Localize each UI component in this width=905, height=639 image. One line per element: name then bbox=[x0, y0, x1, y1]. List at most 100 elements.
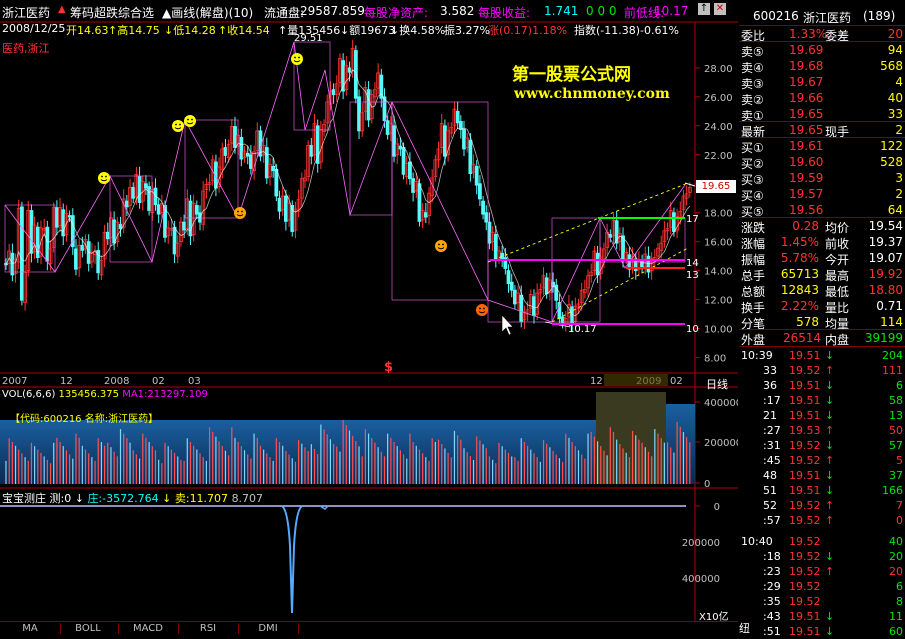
bid-row: 买③ 19.59 3 bbox=[741, 171, 903, 187]
candle-body bbox=[557, 302, 562, 319]
candle-body bbox=[443, 125, 447, 157]
float-label: 流通盘: bbox=[264, 6, 305, 20]
candle-body bbox=[500, 252, 505, 260]
candle-body bbox=[672, 212, 676, 232]
bar-close: ↑收14.54 bbox=[218, 24, 270, 37]
ask-row: 卖② 19.66 40 bbox=[741, 91, 903, 107]
price-tick-label: 18.00 bbox=[704, 209, 733, 220]
tick-row: :45 19.52 ↑ 5 bbox=[763, 454, 903, 467]
tick-row: :35 19.52 8 bbox=[763, 595, 903, 608]
candle-body bbox=[124, 200, 129, 208]
candle-body bbox=[223, 147, 228, 156]
candle-body bbox=[182, 221, 187, 231]
price-tick-label: 12.00 bbox=[704, 296, 733, 307]
price-tick-label: 24.00 bbox=[704, 122, 733, 133]
indicator-name-label: 宝宝测庄 bbox=[2, 492, 46, 505]
bar-amplitude: 振3.27% bbox=[444, 24, 490, 37]
candle-body bbox=[353, 50, 358, 99]
tick-row: 21 19.51 ↓ 13 bbox=[763, 409, 903, 422]
tab-rsi[interactable]: RSI bbox=[178, 623, 239, 634]
tab-macd[interactable]: MACD bbox=[118, 623, 179, 634]
candle-body bbox=[249, 154, 253, 169]
candle-body bbox=[172, 226, 177, 255]
volume-tick-label: 200000 bbox=[704, 438, 738, 449]
candle-body bbox=[458, 121, 463, 130]
stat-row: 振幅 5.78% 今开 19.07 bbox=[741, 251, 903, 267]
ma1-value: 213297.109 bbox=[147, 389, 208, 400]
tick-row: 33 19.52 ↑ 111 bbox=[763, 364, 903, 377]
candle-body bbox=[366, 89, 371, 121]
outer-inner-row: 外盘 26514 内盘 39199 bbox=[741, 331, 903, 347]
period-label[interactable]: 日线 bbox=[706, 376, 728, 392]
tab-ma[interactable]: MA bbox=[0, 623, 61, 634]
candle-body bbox=[347, 67, 352, 73]
candle-body bbox=[20, 206, 24, 301]
tab-boll[interactable]: BOLL bbox=[58, 623, 119, 634]
smiley-icon bbox=[98, 172, 110, 184]
volume-name: VOL(6,6,6) bbox=[2, 389, 56, 400]
candle-body bbox=[105, 231, 110, 240]
candle-body bbox=[29, 210, 34, 254]
quote-name: 浙江医药 bbox=[803, 11, 852, 25]
smiley-icon bbox=[476, 304, 488, 316]
ask-row: 卖⑤ 19.69 94 bbox=[741, 43, 903, 59]
date-tick-label: 12 bbox=[590, 376, 603, 387]
candle-body bbox=[277, 197, 282, 212]
ce-value: 0 bbox=[64, 492, 72, 505]
low-price-label: 10.17 bbox=[568, 324, 597, 335]
stock-name[interactable]: 浙江医药 bbox=[2, 4, 50, 21]
indicator-title: 宝宝测庄 测:0 ↓ 庄:-3572.764 ↓ 卖:11.707 8.707 bbox=[2, 492, 264, 505]
candle-body bbox=[392, 125, 396, 157]
zhuang-label: 庄: bbox=[87, 492, 103, 505]
candle-body bbox=[509, 281, 514, 291]
bar-high: ↑高14.75 bbox=[108, 24, 160, 37]
candle-body bbox=[474, 165, 479, 186]
level-label: 13 bbox=[686, 270, 699, 281]
price-tick-label: 10.00 bbox=[704, 325, 733, 336]
candle-body bbox=[411, 178, 416, 193]
indicator-tab-bar: MA BOLL MACD RSI DMI bbox=[0, 621, 738, 636]
bar-date: 2008/12/25 bbox=[2, 22, 66, 35]
indicator-name[interactable]: 筹码超跌综合选 bbox=[70, 4, 154, 21]
candle-body bbox=[487, 221, 492, 244]
up-arrow-button[interactable]: ↑ bbox=[698, 3, 710, 15]
candle-body bbox=[131, 186, 136, 199]
triangle-icon[interactable]: ▲ bbox=[58, 4, 66, 15]
panel-tab[interactable]: 纽 bbox=[739, 620, 750, 636]
candle-body bbox=[401, 147, 406, 175]
mai-label: 卖: bbox=[174, 492, 190, 505]
volume-tick-label: 0 bbox=[704, 479, 710, 490]
candle-body bbox=[560, 316, 565, 324]
weibi-row: 委比 1.33% 委差 20 bbox=[741, 27, 903, 43]
candle-body bbox=[156, 204, 161, 215]
level-label: 10 bbox=[686, 324, 699, 335]
price-tick-label: 16.00 bbox=[704, 238, 733, 249]
quote-rank: (189) bbox=[863, 9, 896, 23]
candle-body bbox=[274, 168, 279, 197]
candle-body bbox=[478, 183, 482, 200]
date-tick-label: 2007 bbox=[2, 376, 27, 387]
tick-row: :27 19.53 ↑ 50 bbox=[763, 424, 903, 437]
candle-body bbox=[544, 277, 549, 295]
chart-mode[interactable]: ▲画线(解盘)(10) bbox=[162, 4, 253, 21]
current-price-tag: 19.65 bbox=[696, 180, 736, 193]
tick-row: :18 19.52 ↓ 20 bbox=[763, 550, 903, 563]
candle-body bbox=[245, 152, 250, 157]
bar-info-line: 2008/12/25 开14.63 ↑高14.75 ↓低14.28 ↑收14.5… bbox=[0, 22, 738, 37]
tick-row: 52 19.52 ↑ 7 bbox=[763, 499, 903, 512]
volume-title: VOL(6,6,6) 135456.375 MA1:213297.109 bbox=[2, 389, 208, 400]
candle-body bbox=[462, 129, 466, 150]
candle-body bbox=[144, 183, 148, 189]
stat-row: 总额 12843 最低 18.80 bbox=[741, 283, 903, 299]
date-tick-label: 2008 bbox=[104, 376, 129, 387]
close-button[interactable]: ✕ bbox=[714, 3, 726, 15]
candle-body bbox=[54, 207, 59, 228]
indicator-tick-label: 400000 bbox=[682, 574, 720, 585]
bid-row: 买① 19.61 122 bbox=[741, 139, 903, 155]
ask-row: 卖④ 19.68 568 bbox=[741, 59, 903, 75]
volume-band-highlight bbox=[596, 392, 666, 484]
candle-body bbox=[423, 212, 428, 218]
tick-row: :51 19.51 ↓ 60 bbox=[763, 625, 903, 638]
candle-body bbox=[506, 270, 511, 285]
tab-dmi[interactable]: DMI bbox=[238, 623, 299, 634]
